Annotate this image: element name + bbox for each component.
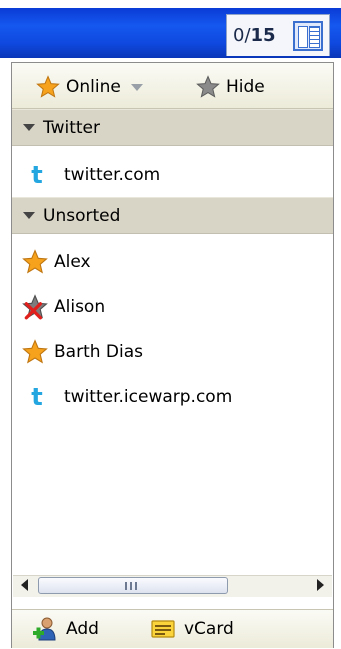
vcard-label: vCard [184,619,234,639]
contact-row-barth-dias[interactable]: Barth Dias [12,330,333,374]
chevron-down-icon [130,83,143,91]
gray-star-icon [196,75,220,98]
bottom-toolbar: Add vCard [12,609,333,648]
hide-label: Hide [226,77,265,97]
add-label: Add [66,619,99,639]
status-dropdown[interactable]: Online [36,75,143,99]
contact-row-alison[interactable]: Alison [12,285,333,329]
scroll-right-arrow-icon[interactable] [317,579,324,591]
twitter-icon: t [31,383,43,411]
offline-star-icon [22,294,48,320]
hide-button[interactable]: Hide [196,75,265,99]
group-header-unsorted[interactable]: Unsorted [12,197,333,234]
horizontal-scrollbar[interactable] [13,575,332,597]
scroll-left-arrow-icon[interactable] [21,579,28,591]
scrollbar-thumb[interactable] [38,577,228,594]
collapse-triangle-icon [23,212,35,219]
star-icon [36,75,60,98]
star-icon [22,249,48,275]
contact-row-twitter-com[interactable]: t twitter.com [12,153,333,197]
contact-name: twitter.icewarp.com [64,387,233,407]
add-user-icon [33,617,56,641]
twitter-icon: t [31,161,43,189]
contact-counter: 0/15 [233,25,276,46]
collapse-triangle-icon [23,124,35,131]
group-name: Unsorted [43,205,121,226]
group-header-twitter[interactable]: Twitter [12,109,333,146]
top-bar: 0/15 [0,0,341,62]
contact-name: twitter.com [64,165,161,185]
status-label: Online [66,77,121,97]
contact-counter-box: 0/15 [226,14,330,56]
contact-toolbar: Online Hide [12,63,333,109]
add-contact-button[interactable]: Add [32,616,99,642]
contact-name: Barth Dias [54,342,144,362]
contact-name: Alex [54,252,91,272]
vcard-button[interactable]: vCard [150,616,234,642]
vcard-icon [151,620,175,638]
contact-row-alex[interactable]: Alex [12,240,333,284]
group-name: Twitter [43,117,100,138]
columns-layout-icon[interactable] [293,21,323,51]
contact-row-twitter-icewarp[interactable]: t twitter.icewarp.com [12,375,333,419]
contact-name: Alison [54,297,106,317]
star-icon [22,339,48,365]
contact-list-panel: Online Hide Twitter t twitter.com Unsort… [11,62,334,648]
